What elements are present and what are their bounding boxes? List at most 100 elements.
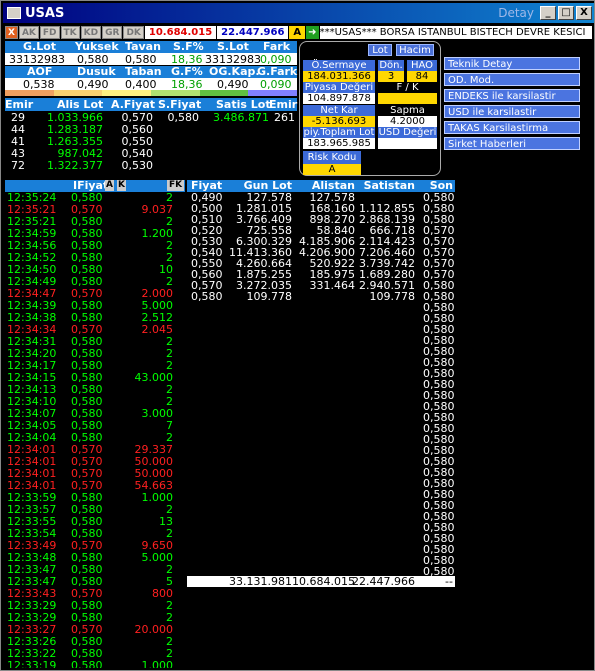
trade-price: 0,580 xyxy=(71,503,103,516)
fk-button[interactable]: FK xyxy=(167,180,185,191)
piyasa-value: 104.897.878 xyxy=(303,93,375,104)
summary-values-1: 33132983 0,580 0,580 18,36 33132983 0,09… xyxy=(5,53,297,65)
order-book-cell: 29 xyxy=(11,111,25,124)
trade-price: 0,580 xyxy=(71,575,103,588)
ogkap-value: 0,490 xyxy=(217,78,249,91)
close-tab-button[interactable]: X xyxy=(5,26,18,39)
netkar-label: Net Kar xyxy=(303,105,375,116)
trade-time: 12:34:56 xyxy=(7,239,57,252)
trades-list[interactable]: 12:35:24 0,580 2 12:35:21 0,570 9.037 12:35:21… xyxy=(5,192,185,668)
trade-price: 0,580 xyxy=(71,192,103,204)
trade-price: 0,580 xyxy=(71,335,103,348)
trade-lot: 2 xyxy=(166,503,173,516)
trade-price: 0,570 xyxy=(71,455,103,468)
order-book-cell: 72 xyxy=(11,159,25,172)
trade-price: 0,580 xyxy=(71,239,103,252)
arrow-right-icon[interactable]: ➜ xyxy=(306,26,319,39)
trade-time: 12:34:01 xyxy=(7,443,57,456)
title-bar[interactable]: USAS Detay _ □ X xyxy=(3,3,594,23)
trade-lot: 43.000 xyxy=(134,371,174,384)
order-book-cell: 1.283.187 xyxy=(47,123,103,136)
trade-price: 0,580 xyxy=(71,227,103,240)
sell-volume-value: 10.684.015 xyxy=(144,26,217,39)
depth-cell: 331.464 xyxy=(309,279,356,292)
sort-k-button[interactable]: K xyxy=(117,180,126,191)
menu-teknik-detay[interactable]: Teknik Detay xyxy=(444,57,580,70)
detail-label: Detay xyxy=(498,6,534,20)
gf-header: G.F% xyxy=(171,65,203,78)
order-book-header: Emir Alis Lot A.Fiyat S.Fiyat Satis Lot … xyxy=(5,98,297,111)
trade-lot: 54.663 xyxy=(134,479,174,492)
trade-time: 12:33:57 xyxy=(7,503,57,516)
tab-ak[interactable]: AK xyxy=(18,26,39,39)
trade-time: 12:34:17 xyxy=(7,359,57,372)
trade-price: 0,580 xyxy=(71,527,103,540)
trade-time: 12:35:21 xyxy=(7,215,57,228)
dusuk-header: Dusuk xyxy=(77,65,116,78)
trade-time: 12:33:55 xyxy=(7,515,57,528)
trade-price: 0,580 xyxy=(71,611,103,624)
summary-values-2: 0,538 0,490 0,400 18,36 0,490 0,090 xyxy=(5,78,297,90)
afiyat-header: A.Fiyat xyxy=(111,98,156,111)
trade-price: 0,580 xyxy=(71,347,103,360)
trade-time: 12:34:52 xyxy=(7,251,57,264)
tab-fd[interactable]: FD xyxy=(39,26,60,39)
trade-time: 12:33:19 xyxy=(7,659,57,668)
osermaye-label: Ö.Sermaye xyxy=(303,60,375,71)
trade-time: 12:34:20 xyxy=(7,347,57,360)
menu-sirket-haberleri[interactable]: Sirket Haberleri xyxy=(444,137,580,150)
sort-a-button[interactable]: A xyxy=(105,180,114,191)
trades-fiyat-header: IFiyat xyxy=(73,179,109,192)
tab-kd[interactable]: KD xyxy=(80,26,102,39)
netkar-value: -5.136.693 xyxy=(303,116,375,127)
trade-price: 0,580 xyxy=(71,599,103,612)
trade-lot: 2 xyxy=(166,611,173,624)
tab-gr[interactable]: GR xyxy=(102,26,123,39)
trade-time: 12:34:34 xyxy=(7,323,57,336)
trade-time: 12:34:01 xyxy=(7,467,57,480)
maximize-button[interactable]: □ xyxy=(558,6,574,20)
summary-header-2: AOF Dusuk Taban G.F% OG.Kap. G.Fark xyxy=(5,66,297,78)
hao-value: 84 xyxy=(407,71,437,82)
order-book-cell: 0,580 xyxy=(167,111,200,124)
tab-tk[interactable]: TK xyxy=(60,26,80,39)
buy-volume-value: 22.447.966 xyxy=(217,26,289,39)
menu-od-mod[interactable]: OD. Mod. xyxy=(444,73,580,86)
trade-time: 12:33:49 xyxy=(7,539,57,552)
menu-takas-karsilastirma[interactable]: TAKAS Karsilastirma xyxy=(444,121,580,134)
trade-lot: 2 xyxy=(166,647,173,660)
trade-time: 12:34:07 xyxy=(7,407,57,420)
minimize-button[interactable]: _ xyxy=(540,6,556,20)
trade-time: 12:34:13 xyxy=(7,383,57,396)
lot-button[interactable]: Lot xyxy=(368,44,392,56)
trade-price: 0,580 xyxy=(71,251,103,264)
menu-endeks-karsilastir[interactable]: ENDEKS ile karsilastir xyxy=(444,89,580,102)
trades-header: IFiyat A K FK xyxy=(5,180,185,192)
trade-lot: 2 xyxy=(166,335,173,348)
trade-price: 0,580 xyxy=(71,491,103,504)
yuksek-value: 0,580 xyxy=(77,53,109,66)
order-book-cell: 1.322.377 xyxy=(47,159,103,172)
son-column: 0,580 0,580 0,580 0,580 0,580 0,580 0,580 0,580… xyxy=(423,302,455,577)
slot-header: S.Lot xyxy=(217,40,249,53)
trade-lot: 800 xyxy=(152,587,173,600)
trade-lot: 5.000 xyxy=(141,551,174,564)
trade-lot: 2.512 xyxy=(141,311,174,324)
trade-lot: 2.045 xyxy=(141,323,174,336)
risk-label: Risk Kodu xyxy=(303,151,361,164)
aof-header: AOF xyxy=(27,65,53,78)
depth-cell: 109.778 xyxy=(246,290,293,303)
sapma-label: Sapma xyxy=(378,105,437,116)
menu-usd-karsilastir[interactable]: USD ile karsilastir xyxy=(444,105,580,118)
trade-time: 12:33:47 xyxy=(7,563,57,576)
order-book-cell: 3.486.871 xyxy=(213,111,269,124)
order-book-cell: 1.263.355 xyxy=(47,135,103,148)
tab-dk[interactable]: DK xyxy=(123,26,144,39)
hacim-button[interactable]: Hacim xyxy=(396,44,434,56)
trade-time: 12:33:26 xyxy=(7,635,57,648)
depth-total-row: 33.131.981 10.684.015 22.447.966 -- xyxy=(187,576,455,587)
summary-header-1: G.Lot Yuksek Tavan S.F% S.Lot Fark xyxy=(5,41,297,53)
trade-lot: 2 xyxy=(166,239,173,252)
depth-cell: 109.778 xyxy=(369,290,416,303)
close-button[interactable]: X xyxy=(576,6,592,20)
